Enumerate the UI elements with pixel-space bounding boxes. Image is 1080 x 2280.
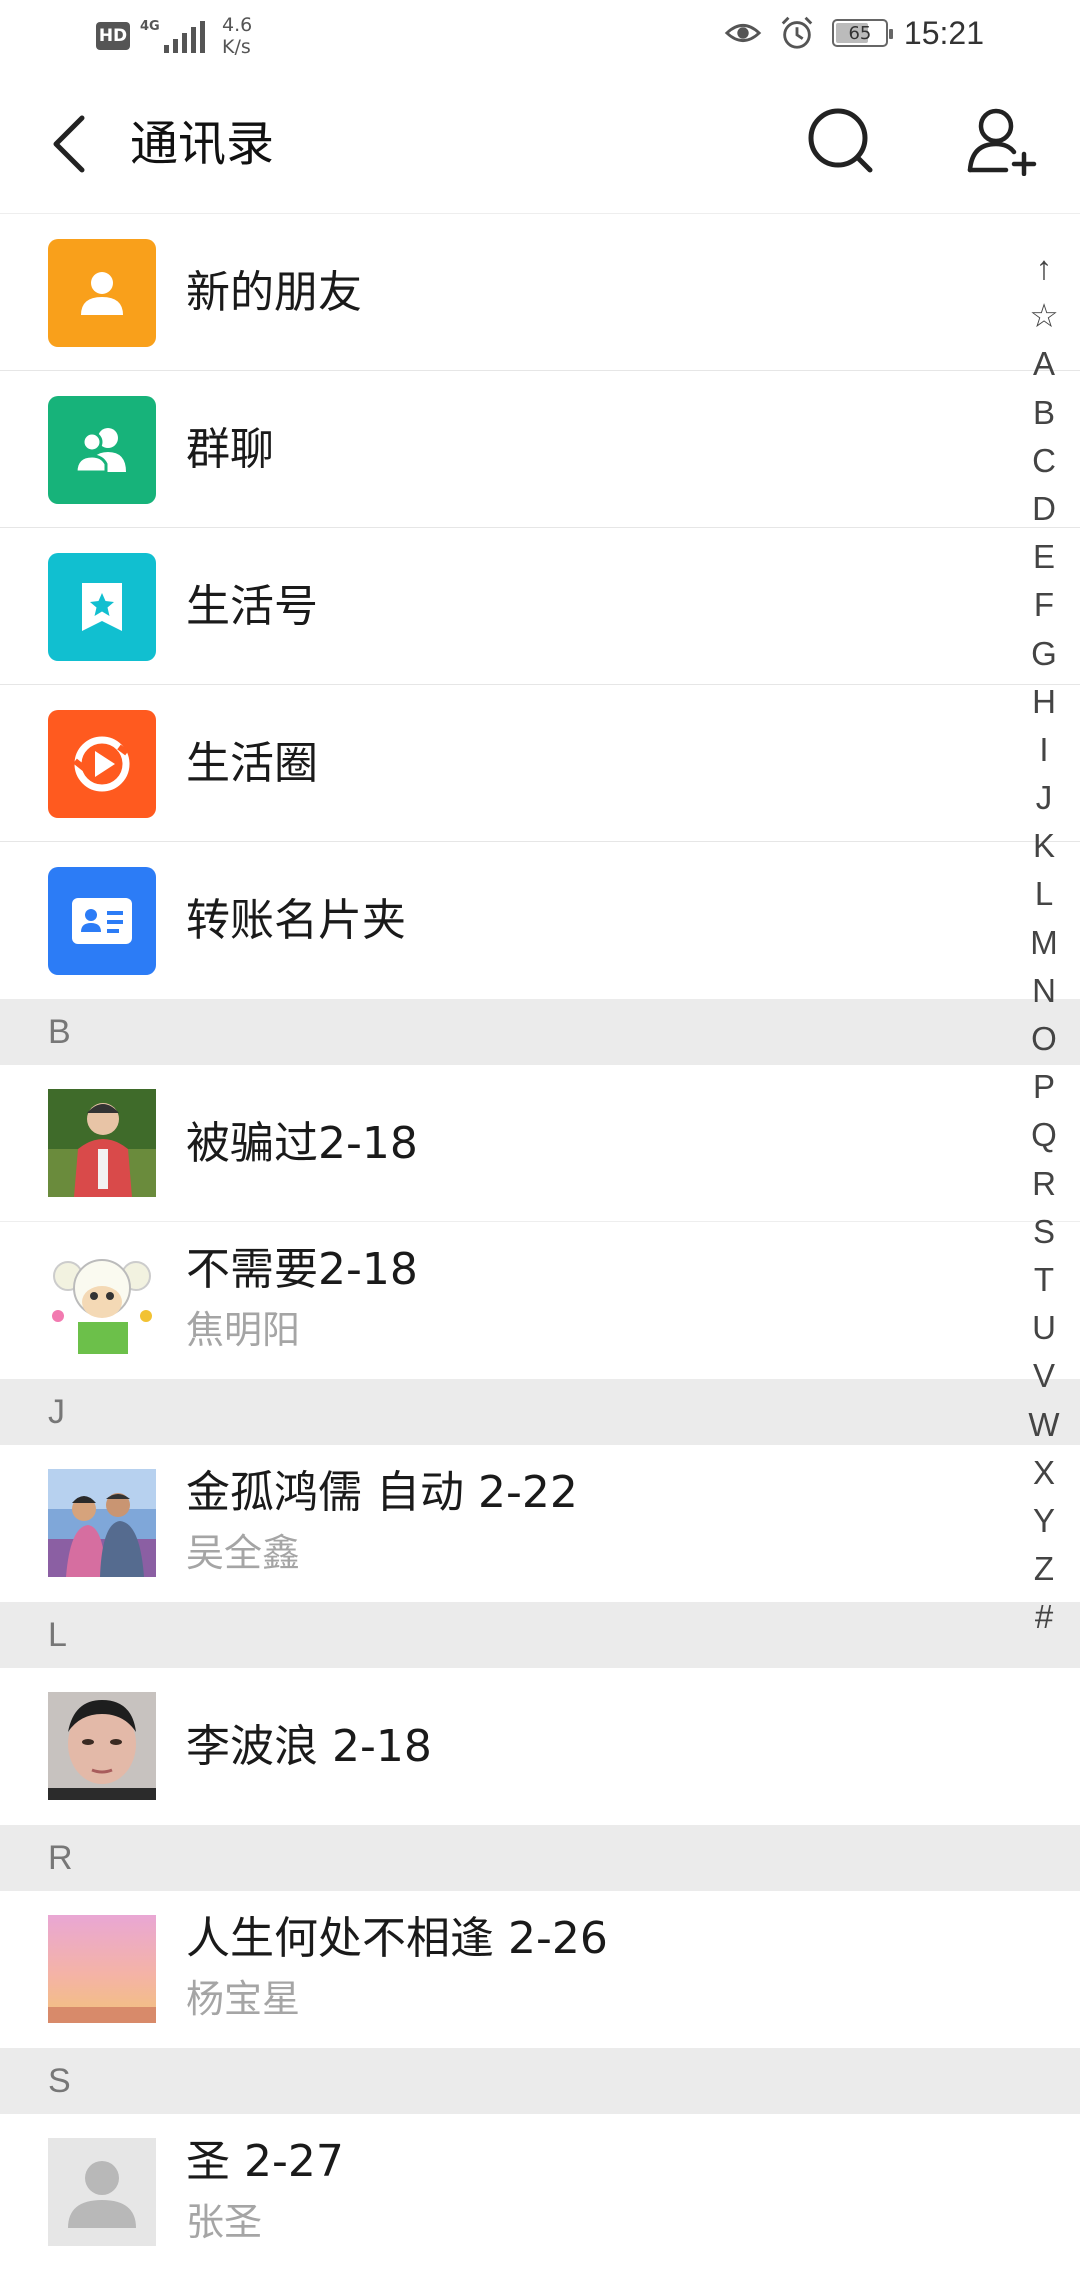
- section-header-s: S: [0, 2048, 1080, 2114]
- search-icon[interactable]: [806, 106, 876, 176]
- contact-name: 不需要2-18: [186, 1244, 418, 1295]
- alarm-icon: [781, 16, 813, 49]
- index-letter[interactable]: U: [1008, 1304, 1080, 1352]
- index-letter[interactable]: Y: [1008, 1497, 1080, 1545]
- index-letter[interactable]: B: [1008, 389, 1080, 437]
- hd-badge: HD: [96, 22, 130, 50]
- index-letter[interactable]: X: [1008, 1449, 1080, 1497]
- title-bar: 通讯录: [0, 72, 1080, 214]
- index-letter[interactable]: V: [1008, 1352, 1080, 1400]
- clock: 15:21: [903, 14, 984, 51]
- menu-item-life-account[interactable]: 生活号: [0, 528, 1080, 685]
- index-letter[interactable]: O: [1008, 1015, 1080, 1063]
- contact-name: 李波浪 2-18: [186, 1721, 432, 1772]
- contact-item[interactable]: 李波浪 2-18: [0, 1668, 1080, 1825]
- index-letter[interactable]: K: [1008, 822, 1080, 870]
- life-account-icon: [48, 553, 156, 661]
- page-title: 通讯录: [130, 116, 275, 172]
- contact-real-name: 杨宝星: [186, 1977, 301, 2021]
- menu-item-label: 转账名片夹: [186, 895, 406, 946]
- contact-real-name: 张圣: [186, 2200, 263, 2244]
- index-letter[interactable]: P: [1008, 1063, 1080, 1111]
- index-letter[interactable]: C: [1008, 437, 1080, 485]
- contact-real-name: 吴全鑫: [186, 1531, 301, 1575]
- index-letter[interactable]: #: [1008, 1593, 1080, 1641]
- card-holder-icon: [48, 867, 156, 975]
- index-letter[interactable]: Q: [1008, 1111, 1080, 1159]
- index-letter[interactable]: D: [1008, 485, 1080, 533]
- network-speed: 4.6 K/s: [222, 14, 253, 58]
- index-letter[interactable]: Z: [1008, 1545, 1080, 1593]
- index-letter[interactable]: N: [1008, 967, 1080, 1015]
- index-letter[interactable]: R: [1008, 1160, 1080, 1208]
- index-letter[interactable]: A: [1008, 340, 1080, 388]
- avatar: [48, 1692, 156, 1800]
- index-letter[interactable]: G: [1008, 630, 1080, 678]
- contact-item[interactable]: 不需要2-18 焦明阳: [0, 1222, 1080, 1379]
- avatar: [48, 1246, 156, 1354]
- signal-icon: 4G: [138, 19, 205, 53]
- index-letter[interactable]: J: [1008, 774, 1080, 822]
- status-bar: HD 4G 4.6 K/s 65 15:21: [0, 0, 1080, 72]
- menu-item-life-circle[interactable]: 生活圈: [0, 685, 1080, 842]
- contacts-list: 新的朋友 群聊 生活号 生活圈 转账名片夹 B 被骗过2-18 不需要2-18 …: [0, 214, 1080, 2271]
- menu-item-new-friends[interactable]: 新的朋友: [0, 214, 1080, 371]
- section-header-l: L: [0, 1602, 1080, 1668]
- index-letter[interactable]: F: [1008, 581, 1080, 629]
- index-letter[interactable]: H: [1008, 678, 1080, 726]
- contact-item[interactable]: 被骗过2-18: [0, 1065, 1080, 1222]
- index-letter[interactable]: W: [1008, 1401, 1080, 1449]
- avatar: [48, 1469, 156, 1577]
- new-friend-icon: [48, 239, 156, 347]
- section-header-j: J: [0, 1379, 1080, 1445]
- contact-real-name: 焦明阳: [186, 1308, 301, 1352]
- contact-item[interactable]: 金孤鸿儒 自动 2-22 吴全鑫: [0, 1445, 1080, 1602]
- contact-name: 金孤鸿儒 自动 2-22: [186, 1467, 578, 1518]
- group-chat-icon: [48, 396, 156, 504]
- alphabet-index-bar[interactable]: ↑ ☆ A B C D E F G H I J K L M N O P Q R S T U V W X Y Z #: [1008, 244, 1080, 1641]
- menu-item-label: 生活号: [186, 581, 318, 632]
- eye-icon: [724, 23, 762, 43]
- section-header-b: B: [0, 999, 1080, 1065]
- contact-name: 人生何处不相逢 2-26: [186, 1913, 608, 1964]
- battery-icon: 65: [831, 19, 893, 47]
- menu-item-label: 生活圈: [186, 738, 318, 789]
- contact-name: 被骗过2-18: [186, 1118, 418, 1169]
- index-letter[interactable]: L: [1008, 870, 1080, 918]
- index-letter[interactable]: ↑: [1008, 244, 1080, 292]
- index-letter[interactable]: E: [1008, 533, 1080, 581]
- index-letter[interactable]: M: [1008, 919, 1080, 967]
- index-letter[interactable]: T: [1008, 1256, 1080, 1304]
- index-letter[interactable]: S: [1008, 1208, 1080, 1256]
- index-letter[interactable]: ☆: [1008, 292, 1080, 340]
- life-circle-icon: [48, 710, 156, 818]
- menu-item-label: 新的朋友: [186, 267, 362, 318]
- index-letter[interactable]: I: [1008, 726, 1080, 774]
- section-header-r: R: [0, 1825, 1080, 1891]
- back-icon[interactable]: [46, 112, 96, 176]
- menu-item-label: 群聊: [186, 424, 274, 475]
- contact-item[interactable]: 人生何处不相逢 2-26 杨宝星: [0, 1891, 1080, 2048]
- avatar: [48, 1089, 156, 1197]
- default-avatar-icon: [48, 2138, 156, 2246]
- menu-item-card-holder[interactable]: 转账名片夹: [0, 842, 1080, 999]
- contact-item[interactable]: 圣 2-27 张圣: [0, 2114, 1080, 2271]
- contact-name: 圣 2-27: [186, 2136, 344, 2187]
- add-contact-icon[interactable]: [966, 106, 1038, 176]
- menu-item-group-chat[interactable]: 群聊: [0, 371, 1080, 528]
- avatar: [48, 1915, 156, 2023]
